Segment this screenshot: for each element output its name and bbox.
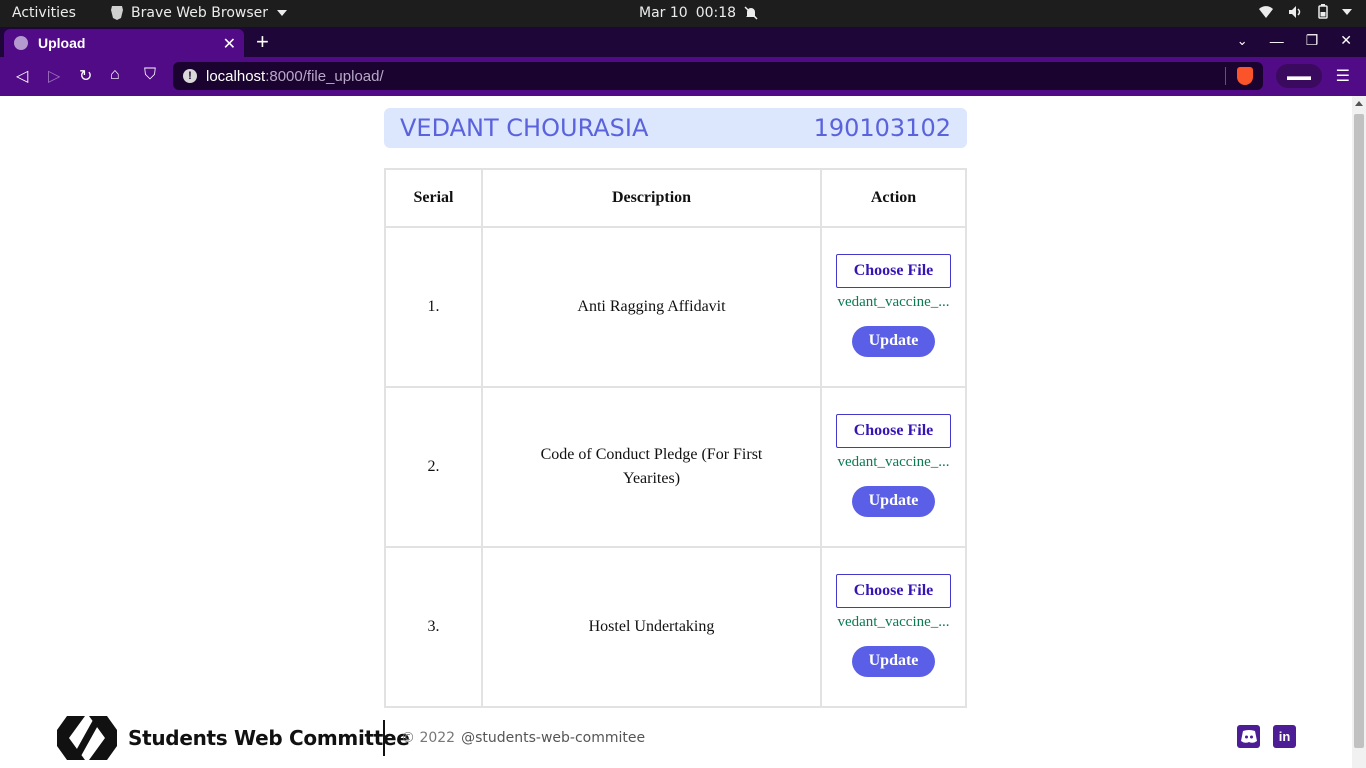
student-name: VEDANT CHOURASIA <box>400 114 649 142</box>
scrollbar-thumb[interactable] <box>1354 114 1364 748</box>
choose-file-button[interactable]: Choose File <box>836 254 951 288</box>
tab-upload[interactable]: Upload ✕ <box>4 29 244 57</box>
site-info-icon[interactable]: ! <box>183 69 197 83</box>
choose-file-button[interactable]: Choose File <box>836 414 951 448</box>
window-close-icon[interactable]: ✕ <box>1340 32 1352 49</box>
table-header-row: Serial Description Action <box>384 168 967 228</box>
home-icon[interactable]: ⌂ <box>110 66 120 84</box>
forward-icon[interactable]: ▷ <box>48 66 60 86</box>
choose-file-button[interactable]: Choose File <box>836 574 951 608</box>
new-tab-button[interactable]: + <box>256 29 269 55</box>
system-tray[interactable] <box>1258 4 1352 19</box>
notifications-off-icon <box>744 6 758 20</box>
minimize-icon[interactable]: — <box>1270 33 1284 49</box>
row-description-cell: Anti Ragging Affidavit <box>481 226 822 388</box>
window-controls: ⌄ — ❐ ✕ <box>1237 32 1352 49</box>
swc-logo-icon <box>57 716 117 760</box>
chevron-down-icon <box>1342 8 1352 15</box>
update-button[interactable]: Update <box>852 646 935 677</box>
chevron-down-icon <box>277 10 287 16</box>
selected-file-name: vedant_vaccine_... <box>837 614 950 630</box>
row-serial: 1. <box>384 226 483 388</box>
row-description: Hostel Undertaking <box>588 618 715 635</box>
app-menu[interactable]: Brave Web Browser <box>110 5 287 21</box>
maximize-icon[interactable]: ❐ <box>1306 32 1319 49</box>
volume-icon <box>1289 5 1301 18</box>
hamburger-menu-icon[interactable]: ☰ <box>1336 66 1350 86</box>
system-top-bar: Activities Brave Web Browser Mar 10 00:1… <box>0 0 1366 27</box>
close-icon[interactable]: ✕ <box>223 34 236 54</box>
brave-app-icon <box>111 6 123 20</box>
footer-handle[interactable]: @students-web-commitee <box>461 730 645 746</box>
row-serial: 2. <box>384 386 483 548</box>
table-row: 1. Anti Ragging Affidavit Choose File ve… <box>384 226 967 388</box>
globe-icon <box>14 36 28 50</box>
selected-file-name: vedant_vaccine_... <box>837 294 950 310</box>
copyright-text: © 2022 <box>401 730 456 746</box>
reload-icon[interactable]: ↻ <box>79 66 92 86</box>
app-name: Brave Web Browser <box>131 5 268 21</box>
header-serial: Serial <box>384 168 483 228</box>
browser-toolbar: ◁ ▷ ↻ ⌂ ⛉ ! localhost:8000/file_upload/ … <box>0 57 1366 96</box>
clock-time: 00:18 <box>695 5 737 21</box>
private-glasses-icon[interactable]: ▬▬ <box>1276 64 1322 88</box>
row-action-cell: Choose File vedant_vaccine_... Update <box>820 546 967 708</box>
tab-title: Upload <box>38 35 86 51</box>
footer-divider <box>383 720 385 756</box>
row-description: Code of Conduct Pledge (For First Yearit… <box>540 446 763 487</box>
selected-file-name: vedant_vaccine_... <box>837 454 950 470</box>
footer-copyright: © 2022 @students-web-commitee <box>401 730 645 746</box>
address-divider <box>1225 67 1226 85</box>
documents-table: Serial Description Action 1. Anti Raggin… <box>384 168 967 708</box>
activities-button[interactable]: Activities <box>12 5 76 21</box>
scroll-up-icon[interactable] <box>1355 101 1363 106</box>
update-button[interactable]: Update <box>852 486 935 517</box>
page-scrollbar[interactable] <box>1352 96 1366 768</box>
battery-icon <box>1318 4 1328 19</box>
update-button[interactable]: Update <box>852 326 935 357</box>
row-action-cell: Choose File vedant_vaccine_... Update <box>820 226 967 388</box>
linkedin-icon[interactable]: in <box>1273 725 1296 748</box>
row-description-cell: Hostel Undertaking <box>481 546 822 708</box>
footer-brand: Students Web Committee <box>128 726 410 750</box>
back-icon[interactable]: ◁ <box>16 66 28 86</box>
address-bar[interactable]: ! localhost:8000/file_upload/ <box>173 62 1263 90</box>
tab-search-chevron-icon[interactable]: ⌄ <box>1237 33 1248 49</box>
clock-date: Mar 10 <box>639 5 688 21</box>
row-description: Anti Ragging Affidavit <box>577 298 726 315</box>
clock[interactable]: Mar 10 00:18 <box>639 5 758 21</box>
wifi-icon <box>1259 5 1273 18</box>
row-action-cell: Choose File vedant_vaccine_... Update <box>820 386 967 548</box>
url-host: localhost <box>206 67 266 85</box>
row-description-cell: Code of Conduct Pledge (For First Yearit… <box>481 386 822 548</box>
tab-strip: Upload ✕ + ⌄ — ❐ ✕ <box>0 27 1366 57</box>
table-row: 2. Code of Conduct Pledge (For First Yea… <box>384 386 967 548</box>
bookmark-icon[interactable]: ⛉ <box>144 66 156 84</box>
header-description: Description <box>481 168 822 228</box>
brave-shields-icon[interactable] <box>1237 67 1253 85</box>
table-row: 3. Hostel Undertaking Choose File vedant… <box>384 546 967 708</box>
discord-glyph-icon <box>1240 729 1257 743</box>
row-serial: 3. <box>384 546 483 708</box>
url-path: :8000/file_upload/ <box>265 67 384 85</box>
student-header: VEDANT CHOURASIA 190103102 <box>384 108 967 148</box>
discord-icon[interactable] <box>1237 725 1260 748</box>
student-roll: 190103102 <box>813 114 951 142</box>
header-action: Action <box>820 168 967 228</box>
